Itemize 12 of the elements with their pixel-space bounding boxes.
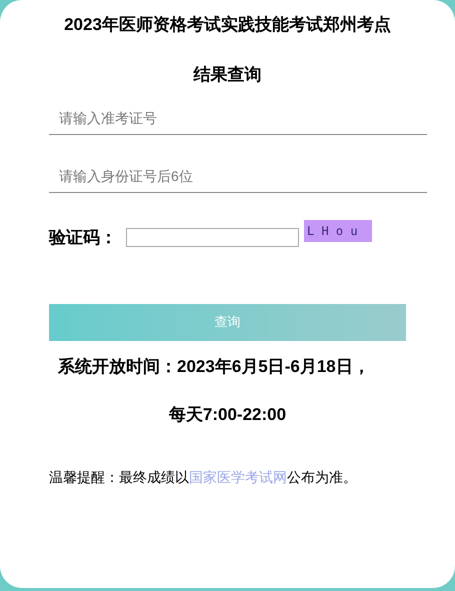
query-button[interactable]: 查询 xyxy=(49,304,406,340)
captcha-label: 验证码： xyxy=(49,227,118,249)
captcha-image[interactable]: L H o u xyxy=(304,220,372,242)
captcha-input[interactable] xyxy=(126,228,299,248)
page-title: 2023年医师资格考试实践技能考试郑州考点 xyxy=(63,14,392,36)
notice-text: 温馨提醒：最终成绩以国家医学考试网公布为准。 xyxy=(49,468,357,486)
opening-time-text: 系统开放时间：2023年6月5日-6月18日， xyxy=(58,356,371,378)
daily-hours-text: 每天7:00-22:00 xyxy=(168,404,286,426)
input-field[interactable]: 请输入身份证号后6位 xyxy=(49,159,427,193)
input-field[interactable]: 请输入准考证号 xyxy=(49,101,427,135)
page-subtitle: 结果查询 xyxy=(194,64,262,86)
link[interactable]: 国家医学考试网 xyxy=(189,468,287,484)
